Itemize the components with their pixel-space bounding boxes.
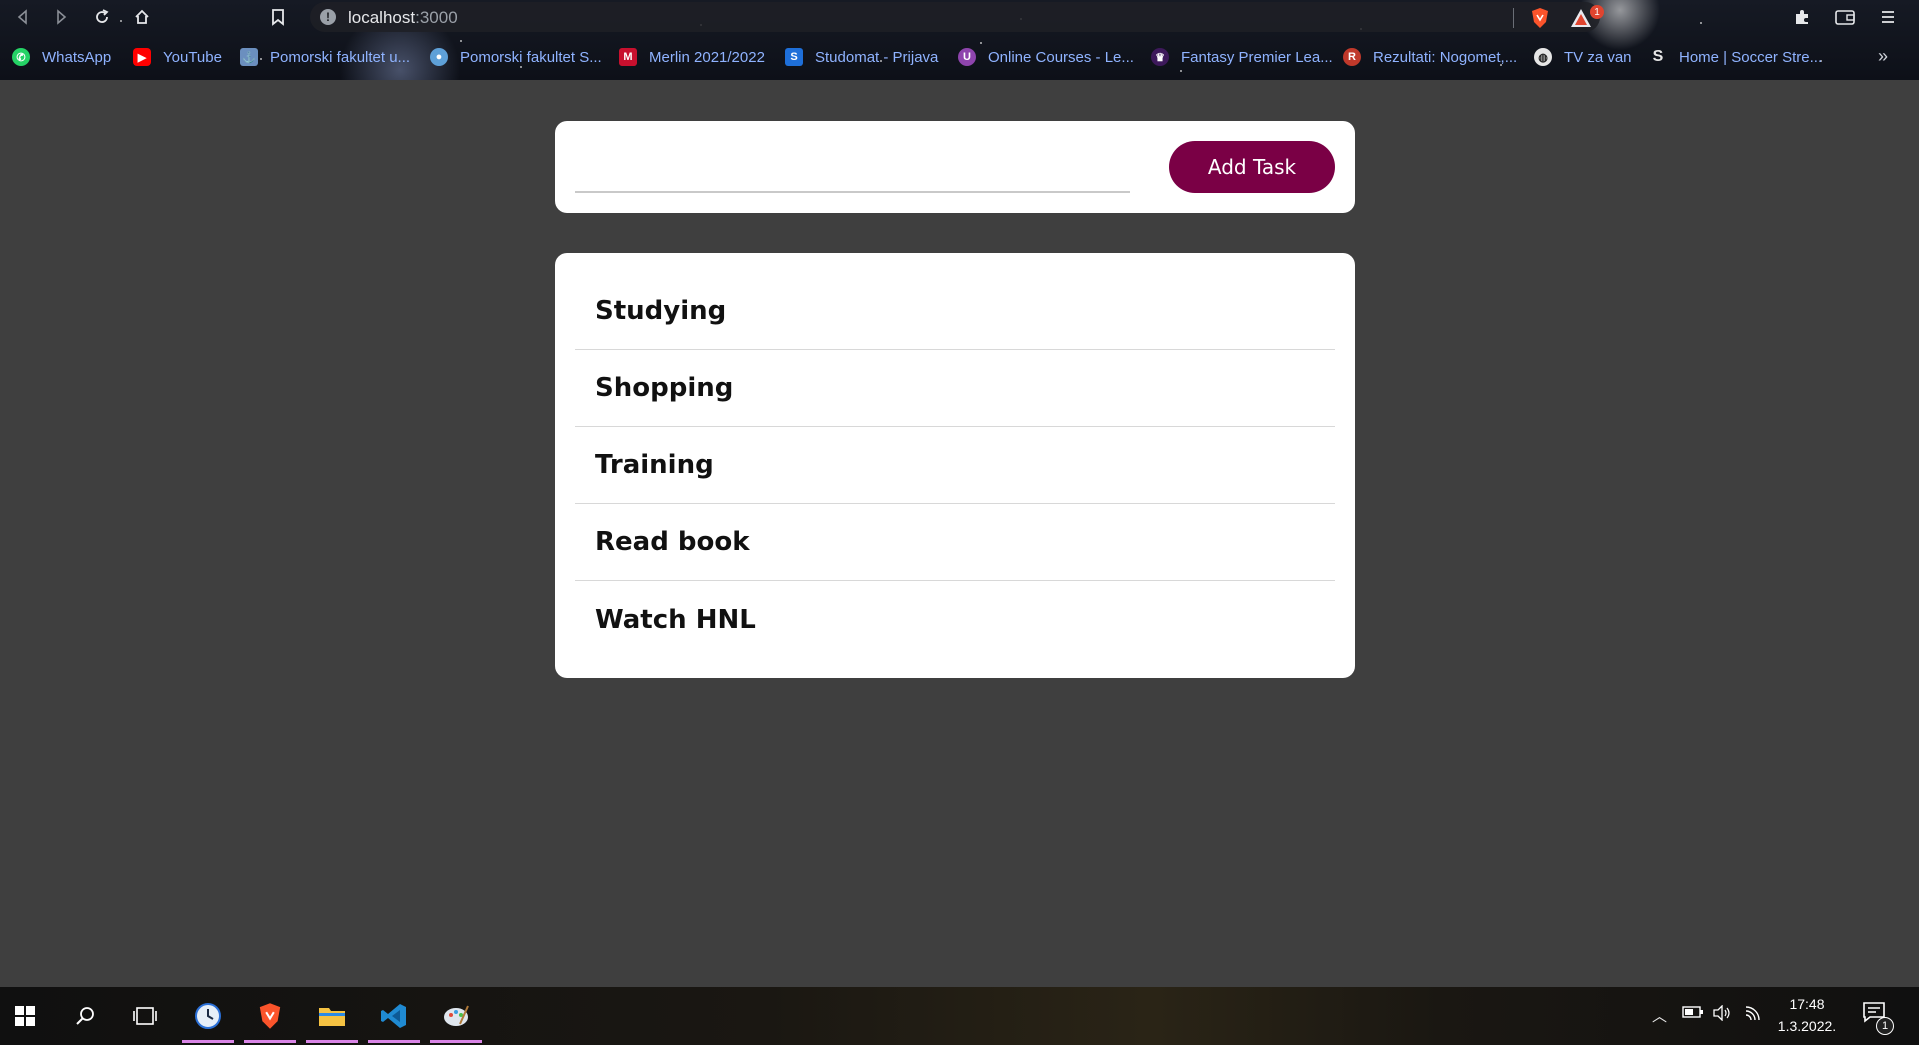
bookmark-rezultati[interactable]: R Rezultati: Nogomet,... bbox=[1343, 47, 1517, 67]
rezultati-icon: R bbox=[1343, 48, 1361, 66]
active-indicator bbox=[306, 1040, 358, 1043]
merlin-icon: M bbox=[619, 48, 637, 66]
windows-taskbar: ︿ 17:48 1.3.2022. 1 bbox=[0, 987, 1919, 1045]
active-indicator bbox=[244, 1040, 296, 1043]
bookmark-label: Fantasy Premier Lea... bbox=[1181, 48, 1333, 66]
url-separator bbox=[1513, 8, 1514, 28]
url-port: :3000 bbox=[415, 8, 458, 27]
bookmark-pomorski-u[interactable]: ⚓ Pomorski fakultet u... bbox=[240, 47, 410, 67]
battery-icon[interactable] bbox=[1682, 1005, 1704, 1023]
add-task-button[interactable]: Add Task bbox=[1169, 141, 1335, 193]
faculty-s-icon: ● bbox=[430, 48, 448, 66]
bookmark-studomat[interactable]: S Studomat - Prijava bbox=[785, 47, 938, 67]
file-explorer-icon[interactable] bbox=[306, 997, 358, 1043]
chevron-more-icon[interactable]: » bbox=[1878, 46, 1888, 67]
bookmark-youtube[interactable]: ▶ YouTube bbox=[133, 47, 222, 67]
bookmark-fantasy[interactable]: ♛ Fantasy Premier Lea... bbox=[1151, 47, 1333, 67]
task-view-icon[interactable] bbox=[125, 997, 165, 1035]
soccer-icon: S bbox=[1652, 48, 1664, 65]
active-indicator bbox=[368, 1040, 420, 1043]
bookmark-tv-za-van[interactable]: ◍ TV za van bbox=[1534, 47, 1632, 67]
task-list: Studying Shopping Training Read book Wat… bbox=[555, 253, 1355, 678]
udemy-icon: U bbox=[958, 48, 976, 66]
notification-count-badge: 1 bbox=[1876, 1017, 1894, 1035]
rewards-badge: 1 bbox=[1590, 5, 1604, 19]
home-icon[interactable] bbox=[129, 4, 155, 30]
vscode-icon[interactable] bbox=[368, 997, 420, 1043]
bookmark-label: Pomorski fakultet S... bbox=[460, 48, 602, 66]
browser-toolbar: ! localhost:3000 1 bbox=[0, 0, 1919, 34]
back-icon[interactable] bbox=[10, 4, 36, 30]
bookmark-whatsapp[interactable]: ✆ WhatsApp bbox=[12, 47, 111, 67]
brave-browser-icon[interactable] bbox=[244, 997, 296, 1043]
volume-icon[interactable] bbox=[1712, 1004, 1732, 1025]
studomat-icon: S bbox=[785, 48, 803, 66]
site-info-icon[interactable]: ! bbox=[320, 9, 336, 25]
task-item[interactable]: Shopping bbox=[575, 350, 1335, 427]
bookmark-label: Rezultati: Nogomet,... bbox=[1373, 48, 1518, 66]
bookmark-label: Merlin 2021/2022 bbox=[649, 48, 765, 66]
paint-app-icon[interactable] bbox=[430, 997, 482, 1043]
clock-date: 1.3.2022. bbox=[1777, 1018, 1837, 1034]
bookmark-udemy[interactable]: U Online Courses - Le... bbox=[958, 47, 1134, 67]
task-item[interactable]: Watch HNL bbox=[575, 581, 1335, 658]
bookmark-label: TV za van bbox=[1564, 48, 1632, 66]
windows-start-icon[interactable] bbox=[5, 997, 45, 1035]
bookmark-label: YouTube bbox=[163, 48, 222, 66]
globe-icon: ◍ bbox=[1534, 48, 1552, 66]
menu-icon[interactable] bbox=[1875, 4, 1901, 30]
browser-chrome: ! localhost:3000 1 ✆ WhatsApp ▶ YouTube ⚓ P… bbox=[0, 0, 1919, 80]
bookmark-label: Pomorski fakultet u... bbox=[270, 48, 411, 66]
search-icon[interactable] bbox=[65, 997, 105, 1035]
youtube-icon: ▶ bbox=[133, 48, 151, 66]
bookmark-label: Home | Soccer Stre... bbox=[1679, 48, 1823, 66]
wallet-icon[interactable] bbox=[1832, 4, 1858, 30]
brave-shields-icon[interactable] bbox=[1530, 7, 1550, 29]
wifi-icon[interactable] bbox=[1744, 1005, 1764, 1025]
faculty-icon: ⚓ bbox=[240, 48, 258, 66]
system-clock[interactable]: 17:48 1.3.2022. bbox=[1762, 993, 1852, 1037]
task-item[interactable]: Studying bbox=[575, 273, 1335, 350]
task-input[interactable] bbox=[575, 141, 1130, 193]
active-indicator bbox=[430, 1040, 482, 1043]
bookmark-label: Studomat - Prijava bbox=[815, 48, 939, 66]
bookmark-label: WhatsApp bbox=[42, 48, 112, 66]
bookmark-icon[interactable] bbox=[265, 4, 291, 30]
task-item[interactable]: Training bbox=[575, 427, 1335, 504]
active-indicator bbox=[182, 1040, 234, 1043]
extensions-icon[interactable] bbox=[1789, 4, 1815, 30]
premier-league-icon: ♛ bbox=[1151, 48, 1169, 66]
whatsapp-icon: ✆ bbox=[12, 48, 30, 66]
bookmarks-bar: ✆ WhatsApp ▶ YouTube ⚓ Pomorski fakultet u.… bbox=[0, 42, 1919, 72]
bookmark-merlin[interactable]: M Merlin 2021/2022 bbox=[619, 47, 765, 67]
reload-icon[interactable] bbox=[89, 4, 115, 30]
url-text[interactable]: localhost:3000 bbox=[348, 8, 458, 28]
clock-app-icon[interactable] bbox=[182, 997, 234, 1043]
task-item[interactable]: Read book bbox=[575, 504, 1335, 581]
brave-rewards-icon[interactable] bbox=[1570, 8, 1592, 28]
bookmark-soccer-stream[interactable]: S Home | Soccer Stre... bbox=[1649, 47, 1822, 67]
show-hidden-icons-icon[interactable]: ︿ bbox=[1652, 1005, 1667, 1026]
bookmark-pomorski-s[interactable]: ● Pomorski fakultet S... bbox=[430, 47, 602, 67]
forward-icon[interactable] bbox=[48, 4, 74, 30]
clock-time: 17:48 bbox=[1789, 996, 1825, 1012]
address-bar[interactable]: ! localhost:3000 1 bbox=[310, 2, 1604, 32]
url-host: localhost bbox=[348, 8, 416, 27]
bookmark-label: Online Courses - Le... bbox=[988, 48, 1134, 66]
add-task-card: Add Task bbox=[555, 121, 1355, 213]
